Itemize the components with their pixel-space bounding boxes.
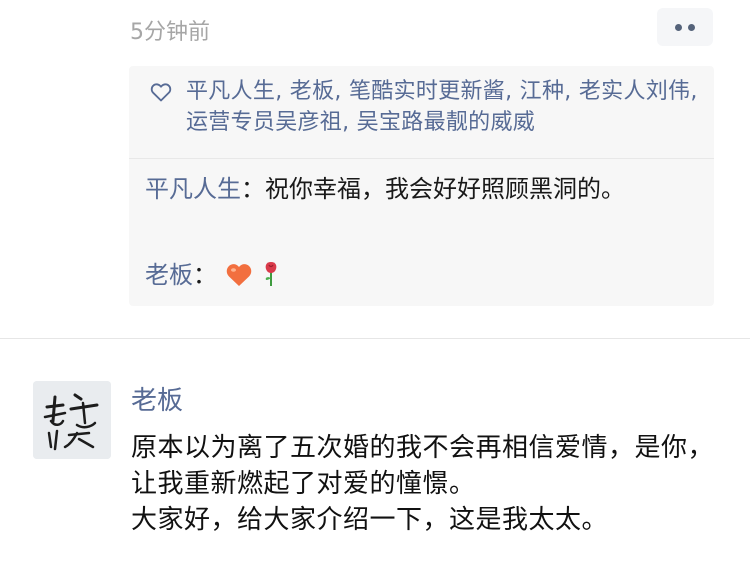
- comment-author[interactable]: 平凡人生: [145, 175, 241, 203]
- calligraphy-avatar[interactable]: [33, 381, 111, 459]
- rose-emoji: [265, 262, 277, 286]
- comment-separator: ：: [241, 175, 265, 203]
- more-dots-icon: [675, 23, 682, 31]
- heart-outline-icon: [150, 83, 172, 102]
- comment-author[interactable]: 老板: [145, 261, 193, 289]
- heart-emoji: [226, 264, 251, 286]
- post-divider: [0, 338, 750, 339]
- comment-separator: ：: [193, 261, 217, 289]
- avatar-calligraphy-image: [33, 381, 111, 459]
- post-line: 大家好，给大家介绍一下，这是我太太。: [131, 505, 609, 535]
- likes-comments-panel: 平凡人生, 老板, 笔酷实时更新酱, 江种, 老实人刘伟, 运营专员吴彦祖, 吴…: [129, 66, 714, 306]
- comment-text: 祝你幸福，我会好好照顾黑洞的。: [265, 175, 625, 203]
- likes-row: 平凡人生, 老板, 笔酷实时更新酱, 江种, 老实人刘伟, 运营专员吴彦祖, 吴…: [129, 66, 714, 159]
- likes-names[interactable]: 平凡人生, 老板, 笔酷实时更新酱, 江种, 老实人刘伟, 运营专员吴彦祖, 吴…: [186, 76, 706, 138]
- comment-item[interactable]: 平凡人生：祝你幸福，我会好好照顾黑洞的。: [145, 172, 685, 207]
- post-line: 原本以为离了五次婚的我不会再相信爱情，是你，让我重新燃起了对爱的憧憬。: [131, 433, 715, 499]
- more-dots-icon-dot: [688, 23, 695, 31]
- post-username[interactable]: 老板: [131, 380, 183, 417]
- post-content: 原本以为离了五次婚的我不会再相信爱情，是你，让我重新燃起了对爱的憧憬。 大家好，…: [131, 430, 721, 538]
- comment-item[interactable]: 老板：: [145, 258, 685, 293]
- timestamp: 5分钟前: [130, 20, 210, 45]
- more-options-button[interactable]: [657, 8, 713, 46]
